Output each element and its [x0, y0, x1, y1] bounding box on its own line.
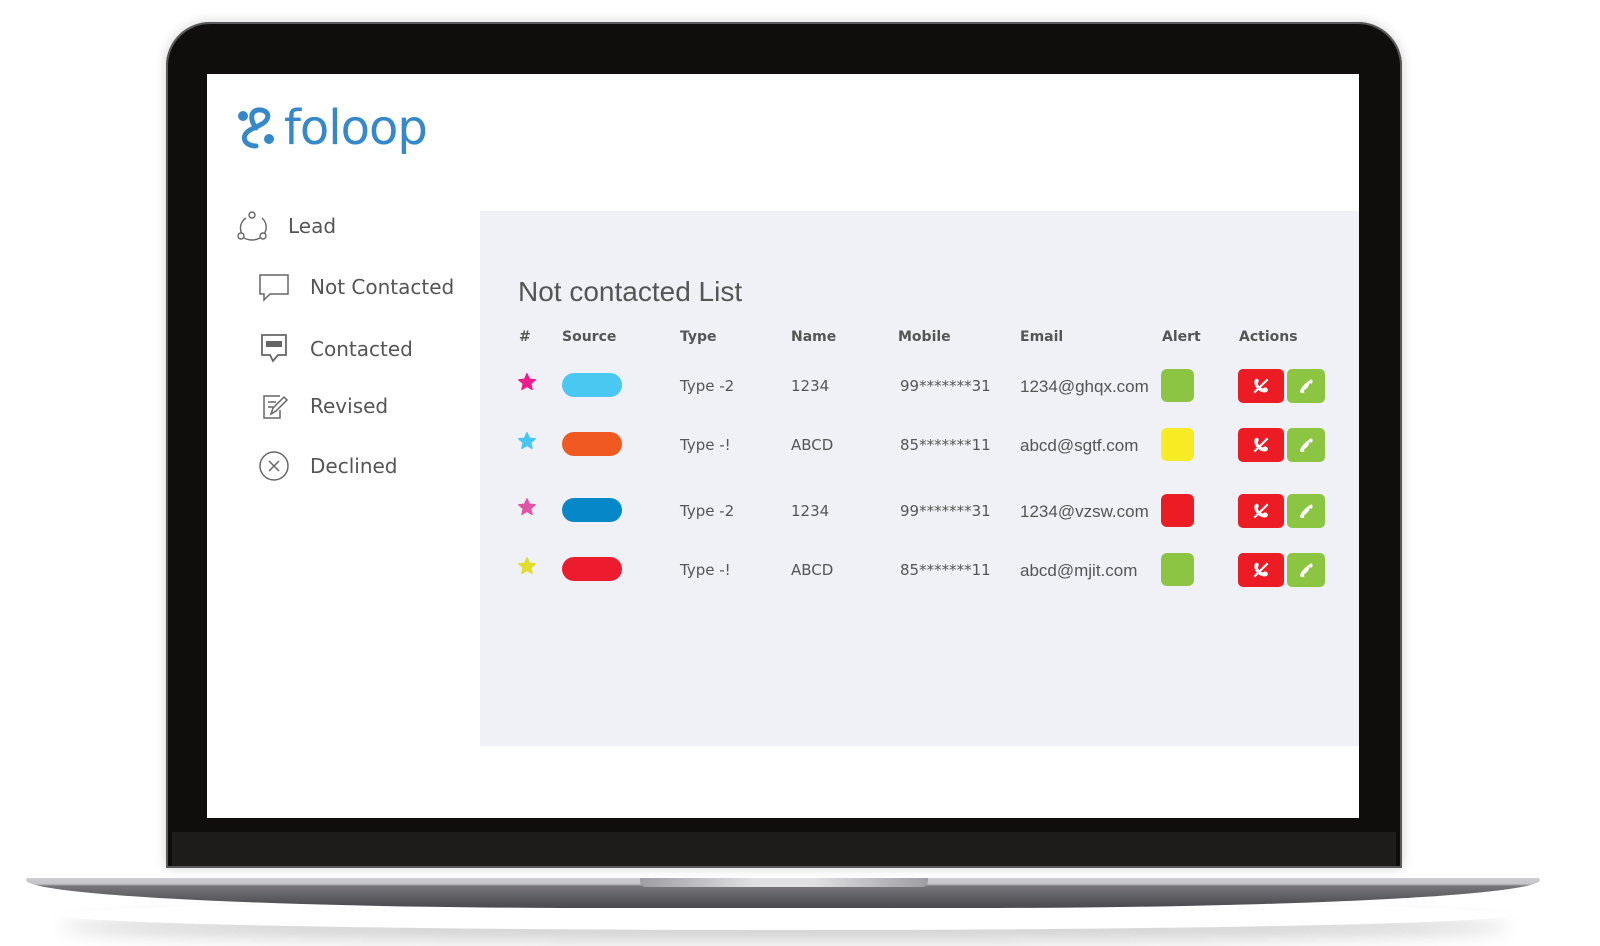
call-button[interactable]: [1287, 494, 1325, 528]
column-header-email: Email: [1020, 329, 1064, 345]
sidebar-item-label: Not Contacted: [310, 275, 455, 299]
phone-icon: [1300, 563, 1313, 578]
hang-up-icon: [1253, 503, 1269, 519]
name-cell: ABCD: [791, 436, 834, 454]
type-cell: Type -!: [680, 436, 731, 454]
laptop-hinge-notch: [640, 878, 928, 887]
brand-logo[interactable]: foloop: [236, 100, 428, 156]
alert-indicator: [1161, 494, 1194, 527]
laptop-chin: [172, 832, 1396, 866]
close-circle-icon: [259, 451, 289, 481]
email-cell[interactable]: 1234@vzsw.com: [1020, 502, 1149, 522]
speech-bubble-icon: [259, 274, 289, 302]
page-title: Not contacted List: [518, 276, 743, 307]
foloop-logo-icon: [238, 107, 274, 149]
edit-note-icon: [263, 395, 289, 419]
source-tag: [562, 373, 622, 397]
email-cell[interactable]: abcd@mjit.com: [1020, 561, 1137, 581]
column-header-alert: Alert: [1162, 329, 1201, 345]
call-button[interactable]: [1287, 428, 1325, 462]
mobile-cell: 85*******11: [900, 561, 991, 579]
decline-call-button[interactable]: [1238, 428, 1284, 462]
column-header-actions: Actions: [1239, 329, 1298, 345]
phone-icon: [1300, 504, 1313, 519]
hang-up-icon: [1253, 562, 1269, 578]
sidebar-item-not-contacted[interactable]: Not Contacted: [258, 271, 454, 303]
brand-name: foloop: [284, 100, 428, 156]
email-cell[interactable]: abcd@sgtf.com: [1020, 436, 1138, 456]
column-header-type: Type: [680, 329, 717, 345]
type-cell: Type -2: [680, 377, 735, 395]
name-cell: 1234: [791, 502, 830, 520]
decline-call-button[interactable]: [1238, 494, 1284, 528]
phone-icon: [1300, 438, 1313, 453]
hang-up-icon: [1253, 378, 1269, 394]
column-header-mobile: Mobile: [898, 329, 951, 345]
name-cell: ABCD: [791, 561, 834, 579]
column-header-name: Name: [791, 329, 837, 345]
call-button[interactable]: [1287, 369, 1325, 403]
source-tag: [562, 432, 622, 456]
star-icon[interactable]: [517, 372, 537, 392]
sidebar-item-label: Contacted: [310, 337, 413, 361]
alert-indicator: [1161, 428, 1194, 461]
mobile-cell: 99*******31: [900, 377, 991, 395]
column-header-index: #: [519, 329, 531, 345]
sidebar-item-label: Revised: [310, 394, 389, 418]
call-button[interactable]: [1287, 553, 1325, 587]
source-tag: [562, 498, 622, 522]
decline-call-button[interactable]: [1238, 553, 1284, 587]
alert-indicator: [1161, 369, 1194, 402]
hang-up-icon: [1253, 437, 1269, 453]
type-cell: Type -2: [680, 502, 735, 520]
share-nodes-icon: [237, 211, 267, 241]
source-tag: [562, 557, 622, 581]
star-icon[interactable]: [517, 556, 537, 576]
star-icon[interactable]: [517, 431, 537, 451]
phone-icon: [1300, 379, 1313, 394]
sidebar-item-label: Declined: [310, 454, 398, 478]
column-header-source: Source: [562, 329, 617, 345]
alert-indicator: [1161, 553, 1194, 586]
email-cell[interactable]: 1234@ghqx.com: [1020, 377, 1149, 397]
type-cell: Type -!: [680, 561, 731, 579]
sidebar-item-contacted[interactable]: Contacted: [258, 333, 413, 365]
name-cell: 1234: [791, 377, 830, 395]
decline-call-button[interactable]: [1238, 369, 1284, 403]
mobile-cell: 99*******31: [900, 502, 991, 520]
sidebar-item-revised[interactable]: Revised: [258, 390, 388, 422]
sidebar-item-declined[interactable]: Declined: [258, 450, 398, 482]
mobile-cell: 85*******11: [900, 436, 991, 454]
star-icon[interactable]: [517, 497, 537, 517]
message-filled-icon: [261, 334, 287, 363]
sidebar-item-lead[interactable]: Lead: [236, 210, 336, 242]
sidebar-item-label: Lead: [288, 214, 337, 238]
